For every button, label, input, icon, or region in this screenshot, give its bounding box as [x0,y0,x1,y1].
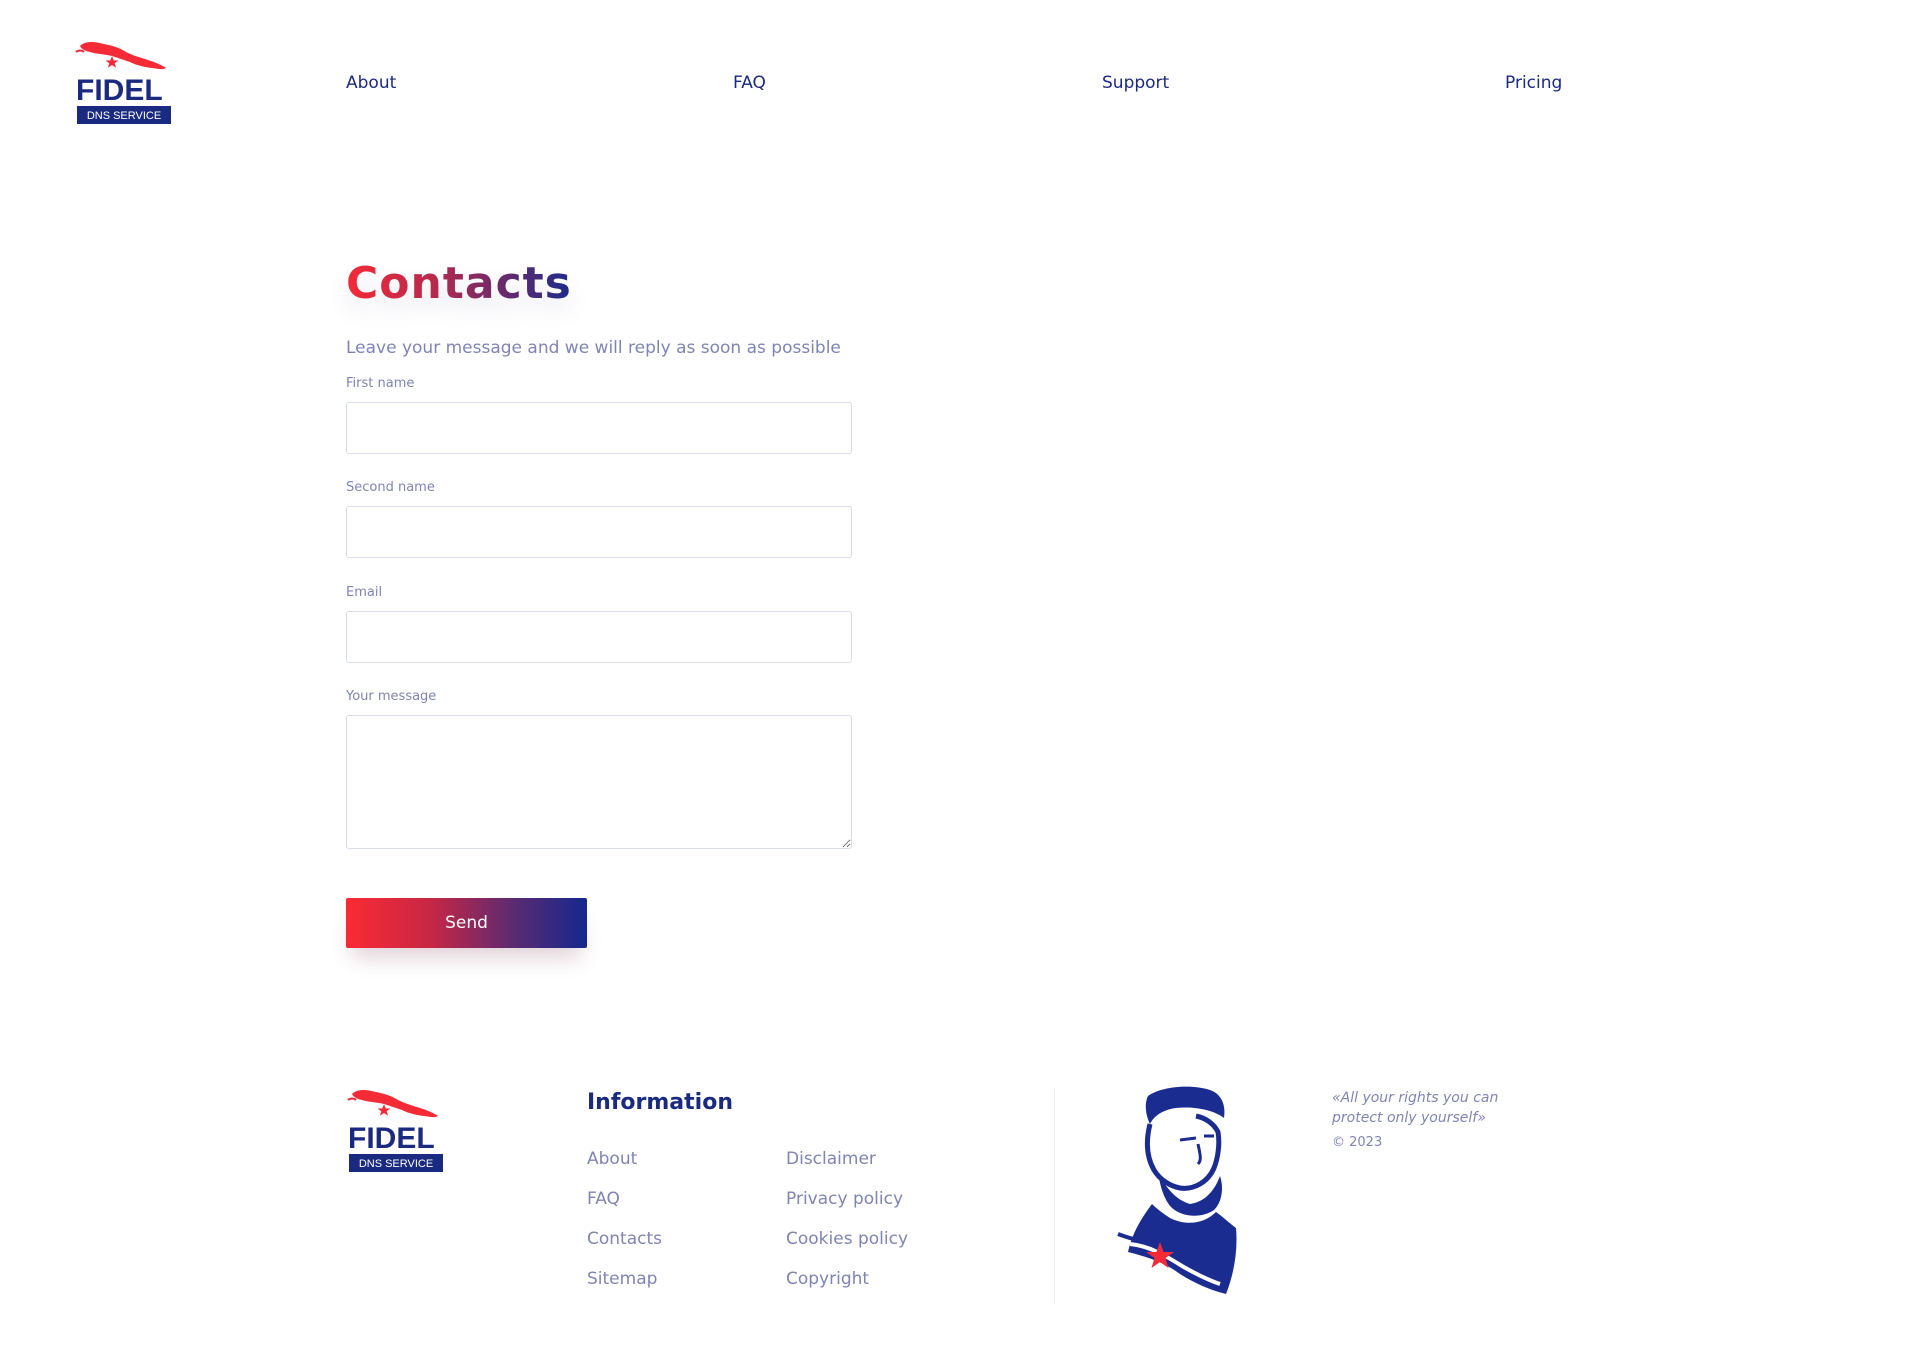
header-logo[interactable]: FIDEL DNS SERVICE [74,38,174,130]
second-name-field[interactable] [346,506,852,558]
page-title: Contacts [346,258,572,309]
footer-link-faq[interactable]: FAQ [587,1189,620,1209]
send-button[interactable]: Send [346,898,587,948]
footer-quote: «All your rights you can protect only yo… [1332,1090,1499,1126]
footer-link-about[interactable]: About [587,1149,637,1169]
svg-text:DNS SERVICE: DNS SERVICE [87,110,161,122]
nav-faq[interactable]: FAQ [733,73,766,93]
nav-support[interactable]: Support [1102,73,1169,93]
page-subtitle: Leave your message and we will reply as … [346,338,841,358]
message-field[interactable] [346,715,852,849]
nav-pricing[interactable]: Pricing [1505,73,1562,93]
second-name-label: Second name [346,480,435,495]
first-name-label: First name [346,376,415,391]
footer-link-contacts[interactable]: Contacts [587,1229,662,1249]
email-field[interactable] [346,611,852,663]
footer-link-cookies[interactable]: Cookies policy [786,1229,908,1249]
logo-icon: FIDEL DNS SERVICE [75,42,171,124]
logo-icon: FIDEL DNS SERVICE [347,1090,443,1172]
footer-link-sitemap[interactable]: Sitemap [587,1269,657,1289]
first-name-field[interactable] [346,402,852,454]
footer-copyright: © 2023 [1332,1135,1383,1150]
footer-divider [1054,1088,1055,1304]
message-label: Your message [346,689,437,704]
footer-info-title: Information [587,1090,733,1115]
footer-link-copyright[interactable]: Copyright [786,1269,869,1289]
logo-word: FIDEL [76,74,163,107]
footer-link-privacy[interactable]: Privacy policy [786,1189,903,1209]
footer-link-disclaimer[interactable]: Disclaimer [786,1149,876,1169]
footer-logo[interactable]: FIDEL DNS SERVICE [346,1086,446,1178]
email-label: Email [346,585,383,600]
svg-text:DNS SERVICE: DNS SERVICE [359,1158,433,1170]
portrait-illustration-icon [1117,1086,1237,1294]
nav-about[interactable]: About [346,73,396,93]
svg-text:FIDEL: FIDEL [348,1122,435,1155]
